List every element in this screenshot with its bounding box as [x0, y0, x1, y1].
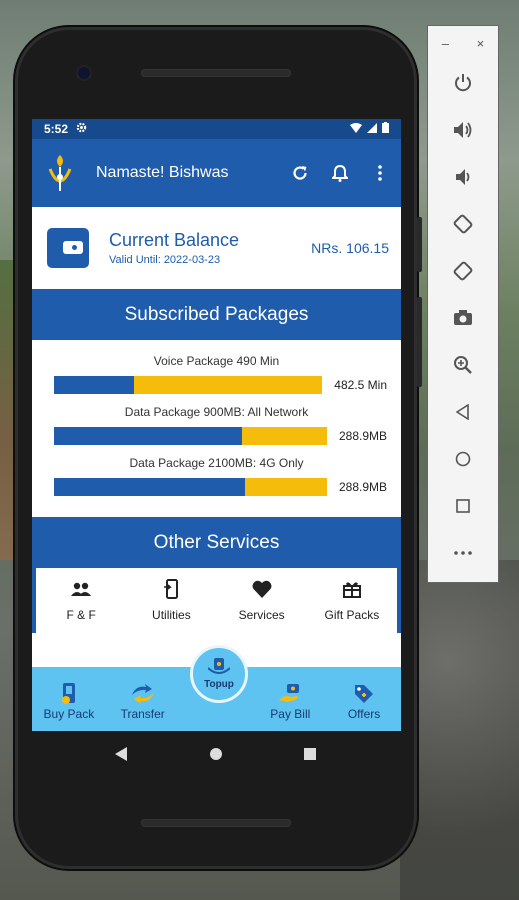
pay-bill-icon: [277, 681, 303, 707]
recents-square-icon[interactable]: [303, 747, 317, 766]
package-name: Data Package 2100MB: 4G Only: [129, 456, 304, 470]
balance-amount: NRs. 106.15: [311, 240, 389, 256]
package-item[interactable]: Data Package 900MB: All Network 288.9MB: [32, 405, 401, 445]
balance-label: Current Balance: [109, 230, 240, 250]
package-usage-bar: [54, 427, 327, 445]
transfer-icon: [130, 681, 156, 707]
background-scenery-shadow: [400, 560, 519, 900]
ntc-logo-icon: [48, 155, 72, 191]
wallet-icon: [47, 228, 89, 268]
nav-pay-bill[interactable]: Pay Bill: [260, 681, 320, 721]
more-options-icon[interactable]: [371, 164, 389, 182]
system-navigation-bar: [15, 731, 417, 781]
subscribed-packages-heading: Subscribed Packages: [32, 289, 401, 340]
close-button[interactable]: ×: [477, 36, 485, 51]
service-gift-packs[interactable]: Gift Packs: [312, 578, 392, 633]
status-bar: 5:52: [32, 119, 401, 139]
heart-icon: [252, 578, 272, 600]
package-usage-bar: [54, 478, 327, 496]
service-utilities[interactable]: Utilities: [131, 578, 211, 633]
other-services-heading: Other Services: [32, 517, 401, 568]
package-usage-bar: [54, 376, 322, 394]
mobile-utilities-icon: [164, 578, 179, 600]
top-speaker: [141, 69, 291, 77]
power-side-button: [417, 217, 422, 272]
more-icon[interactable]: [451, 541, 475, 565]
rotate-right-icon[interactable]: [451, 259, 475, 283]
package-remaining: 288.9MB: [338, 429, 387, 443]
overview-icon[interactable]: [451, 494, 475, 518]
volume-up-icon[interactable]: [451, 118, 475, 142]
nav-offers[interactable]: Offers: [334, 681, 394, 721]
back-icon[interactable]: [451, 400, 475, 424]
package-name: Data Package 900MB: All Network: [124, 405, 309, 419]
rotate-left-icon[interactable]: [451, 212, 475, 236]
service-label: Gift Packs: [324, 608, 380, 622]
camera-screenshot-icon[interactable]: [451, 306, 475, 330]
gift-icon: [342, 578, 361, 600]
package-item[interactable]: Voice Package 490 Min 482.5 Min: [32, 354, 401, 394]
greeting-title: Namaste! Bishwas: [96, 164, 229, 181]
app-screen: 5:52 Namaste! Bishwas Current Balance Va…: [32, 119, 401, 731]
bottom-navigation: Buy Pack Transfer Pay Bill Offers Topup: [32, 645, 401, 731]
service-services[interactable]: Services: [222, 578, 302, 633]
package-usage-fill: [54, 478, 246, 496]
zoom-icon[interactable]: [451, 353, 475, 377]
buy-pack-icon: [57, 681, 81, 707]
minimize-button[interactable]: –: [442, 36, 449, 51]
package-name: Voice Package 490 Min: [153, 354, 280, 368]
balance-card[interactable]: Current Balance Valid Until: 2022-03-23 …: [32, 207, 401, 289]
phone-frame: 5:52 Namaste! Bishwas Current Balance Va…: [15, 27, 422, 869]
settings-gear-icon: [76, 122, 87, 136]
home-icon[interactable]: [451, 447, 475, 471]
package-remaining: 482.5 Min: [334, 378, 387, 392]
emulator-toolbar: – ×: [427, 25, 499, 583]
service-label: Utilities: [152, 608, 191, 622]
other-services-grid: F & F Utilities Services Gift Packs: [36, 568, 397, 633]
app-bar: Namaste! Bishwas: [32, 139, 401, 207]
package-remaining: 288.9MB: [338, 480, 387, 494]
people-icon: [71, 578, 92, 600]
valid-until-text: Valid Until: 2022-03-23: [109, 254, 221, 266]
nav-transfer[interactable]: Transfer: [113, 681, 173, 721]
back-triangle-icon[interactable]: [115, 746, 129, 766]
refresh-icon[interactable]: [291, 164, 309, 182]
package-usage-fill: [54, 427, 243, 445]
bottom-speaker: [141, 819, 291, 827]
front-camera: [78, 67, 90, 79]
nav-label: Offers: [347, 707, 381, 721]
power-icon[interactable]: [451, 71, 475, 95]
battery-icon: [382, 122, 389, 136]
service-friends-family[interactable]: F & F: [41, 578, 121, 633]
package-usage-fill: [54, 376, 135, 394]
service-label: F & F: [66, 608, 96, 622]
status-time: 5:52: [44, 122, 69, 136]
nav-label: Transfer: [120, 707, 165, 721]
topup-icon: [207, 658, 231, 679]
notification-bell-icon[interactable]: [331, 164, 349, 182]
wifi-icon: [350, 122, 362, 136]
nav-label: Buy Pack: [43, 707, 95, 721]
offers-tag-icon: [352, 681, 376, 707]
volume-side-button: [417, 297, 422, 387]
package-list: Voice Package 490 Min 482.5 Min Data Pac…: [32, 340, 401, 517]
nav-label: Pay Bill: [270, 707, 311, 721]
service-label: Services: [238, 608, 285, 622]
home-circle-icon[interactable]: [209, 747, 223, 766]
volume-down-icon[interactable]: [451, 165, 475, 189]
nav-buy-pack[interactable]: Buy Pack: [39, 681, 99, 721]
topup-button[interactable]: Topup: [190, 645, 248, 703]
signal-icon: [367, 122, 377, 136]
package-item[interactable]: Data Package 2100MB: 4G Only 288.9MB: [32, 456, 401, 496]
topup-label: Topup: [204, 679, 234, 690]
